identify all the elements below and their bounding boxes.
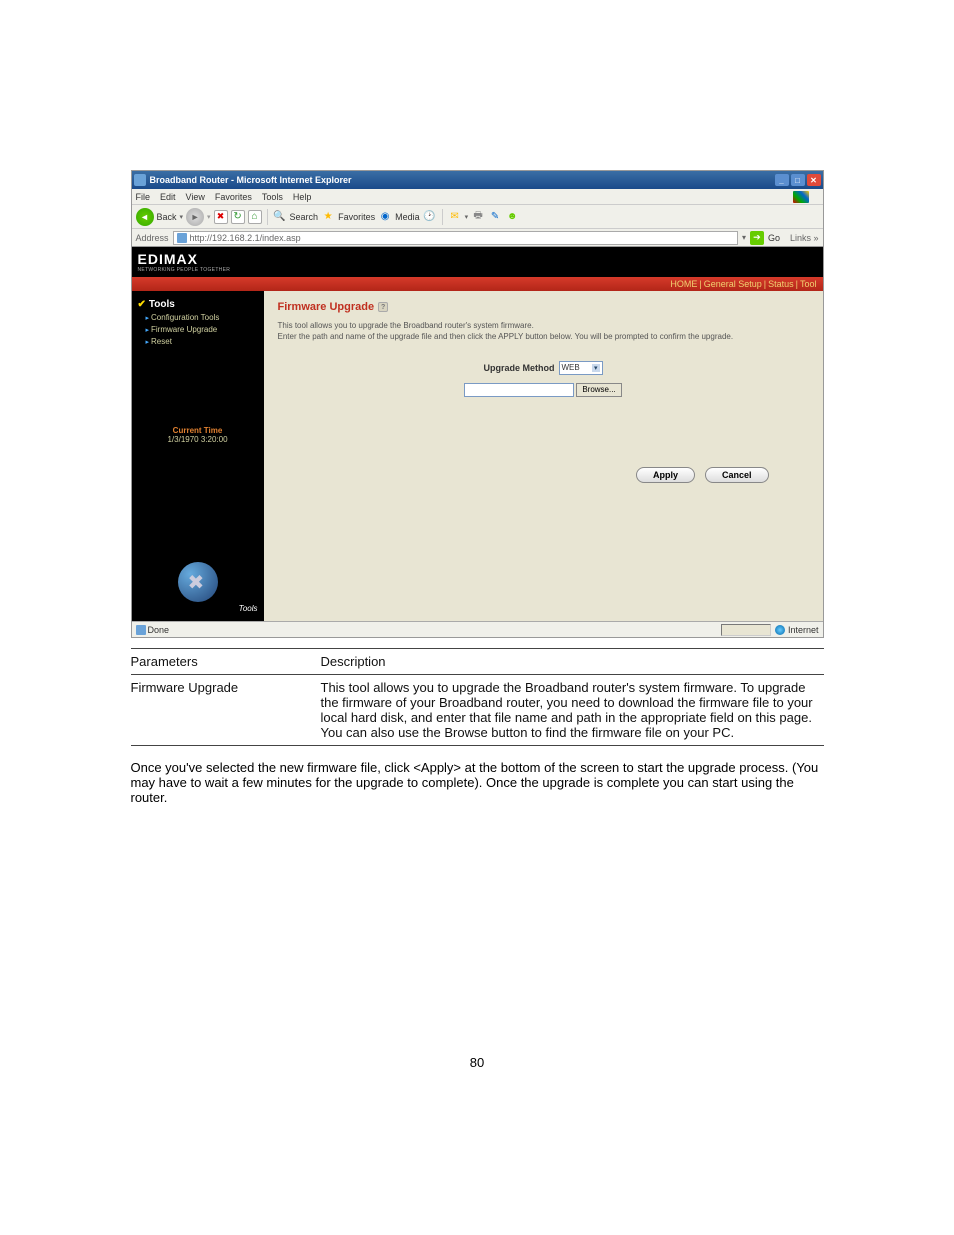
status-internet: Internet: [775, 625, 819, 635]
brand-header: EDIMAX NETWORKING PEOPLE TOGETHER: [132, 247, 823, 277]
current-time-label: Current Time: [138, 426, 258, 435]
favorites-icon[interactable]: ★: [321, 210, 335, 224]
page-number: 80: [131, 1055, 824, 1070]
button-row: Apply Cancel: [278, 467, 809, 483]
sidebar-item-firmware-upgrade[interactable]: ▸ Firmware Upgrade: [146, 325, 258, 334]
back-label: Back: [157, 212, 177, 222]
window-title: Broadband Router - Microsoft Internet Ex…: [150, 175, 773, 185]
search-icon[interactable]: 🔍: [273, 210, 287, 224]
favorites-label[interactable]: Favorites: [338, 212, 375, 222]
windows-flag-icon: [793, 191, 809, 203]
mail-icon[interactable]: ✉: [448, 210, 462, 224]
print-icon[interactable]: 🖶: [471, 210, 485, 224]
brand-logo: EDIMAX: [138, 251, 817, 267]
links-label[interactable]: Links »: [790, 233, 819, 243]
media-icon[interactable]: ◉: [378, 210, 392, 224]
back-button[interactable]: ◄: [136, 208, 154, 226]
browse-button[interactable]: Browse...: [576, 383, 621, 397]
address-bar: Address http://192.168.2.1/index.asp ▾ ➔…: [132, 229, 823, 247]
apply-button[interactable]: Apply: [636, 467, 695, 483]
sidebar-footer-label: Tools: [138, 604, 258, 613]
go-button[interactable]: ➔: [750, 231, 764, 245]
panel-description: This tool allows you to upgrade the Broa…: [278, 321, 809, 343]
file-path-input[interactable]: [464, 383, 574, 397]
browser-toolbar: ◄ Back ▾ ► ▾ ✖ ↻ ⌂ 🔍 Search ★ Favorites …: [132, 205, 823, 229]
search-label[interactable]: Search: [290, 212, 319, 222]
menu-file[interactable]: File: [136, 192, 151, 202]
help-icon[interactable]: ?: [378, 302, 388, 312]
arrow-icon: ▸: [146, 326, 150, 334]
back-dropdown-icon[interactable]: ▾: [180, 213, 184, 221]
nav-home[interactable]: HOME: [670, 279, 697, 289]
refresh-button[interactable]: ↻: [231, 210, 245, 224]
menu-view[interactable]: View: [186, 192, 205, 202]
param-cell: Firmware Upgrade: [131, 680, 321, 740]
sidebar: ✔ Tools ▸ Configuration Tools ▸ Firmware…: [132, 291, 264, 621]
sidebar-footer: Tools: [138, 562, 258, 613]
desc-cell: This tool allows you to upgrade the Broa…: [321, 680, 824, 740]
param-header: Parameters: [131, 654, 321, 669]
chevron-down-icon: ▾: [592, 364, 600, 372]
sidebar-title: ✔ Tools: [138, 299, 258, 310]
forward-dropdown-icon[interactable]: ▾: [207, 213, 211, 221]
address-label: Address: [136, 233, 169, 243]
brand-tagline: NETWORKING PEOPLE TOGETHER: [138, 267, 817, 273]
globe-icon: [775, 625, 785, 635]
status-bar: Done Internet: [132, 621, 823, 637]
nav-general-setup[interactable]: General Setup: [704, 279, 762, 289]
messenger-icon[interactable]: ☻: [505, 210, 519, 224]
cancel-button[interactable]: Cancel: [705, 467, 769, 483]
window-maximize-button[interactable]: □: [791, 174, 805, 186]
current-time-value: 1/3/1970 3:20:00: [138, 435, 258, 444]
upgrade-method-select[interactable]: WEB ▾: [559, 361, 603, 375]
page-content: EDIMAX NETWORKING PEOPLE TOGETHER HOME |…: [132, 247, 823, 621]
menu-edit[interactable]: Edit: [160, 192, 176, 202]
tools-icon: [178, 562, 218, 602]
ie-icon: [134, 174, 146, 186]
menu-tools[interactable]: Tools: [262, 192, 283, 202]
doc-table: Parameters Description Firmware Upgrade …: [131, 648, 824, 746]
window-minimize-button[interactable]: _: [775, 174, 789, 186]
window-titlebar: Broadband Router - Microsoft Internet Ex…: [132, 171, 823, 189]
page-icon: [177, 233, 187, 243]
status-done: Done: [136, 625, 170, 635]
upgrade-method-row: Upgrade Method WEB ▾: [278, 361, 809, 375]
arrow-icon: ▸: [146, 314, 150, 322]
edit-icon[interactable]: ✎: [488, 210, 502, 224]
browser-window: Broadband Router - Microsoft Internet Ex…: [131, 170, 824, 638]
table-row: Parameters Description: [131, 648, 824, 674]
address-field[interactable]: http://192.168.2.1/index.asp: [173, 231, 738, 245]
address-dropdown-icon[interactable]: ▾: [742, 233, 746, 242]
sidebar-item-config-tools[interactable]: ▸ Configuration Tools: [146, 313, 258, 322]
window-close-button[interactable]: ✕: [807, 174, 821, 186]
forward-button[interactable]: ►: [186, 208, 204, 226]
upgrade-method-label: Upgrade Method: [484, 363, 555, 373]
menu-bar: File Edit View Favorites Tools Help: [132, 189, 823, 205]
check-icon: ✔: [138, 299, 146, 310]
status-section: [721, 624, 771, 636]
address-value: http://192.168.2.1/index.asp: [190, 233, 301, 243]
file-row: Browse...: [278, 383, 809, 397]
menu-favorites[interactable]: Favorites: [215, 192, 252, 202]
page-icon: [136, 625, 146, 635]
menu-help[interactable]: Help: [293, 192, 312, 202]
history-icon[interactable]: 🕑: [423, 210, 437, 224]
go-label: Go: [768, 233, 780, 243]
media-label[interactable]: Media: [395, 212, 420, 222]
nav-status[interactable]: Status: [768, 279, 794, 289]
desc-header: Description: [321, 654, 824, 669]
panel-heading: Firmware Upgrade ?: [278, 301, 809, 313]
home-button[interactable]: ⌂: [248, 210, 262, 224]
arrow-icon: ▸: [146, 338, 150, 346]
main-panel: Firmware Upgrade ? This tool allows you …: [264, 291, 823, 621]
sidebar-item-reset[interactable]: ▸ Reset: [146, 337, 258, 346]
table-row: Firmware Upgrade This tool allows you to…: [131, 674, 824, 746]
top-nav: HOME | General Setup | Status | Tool: [132, 277, 823, 291]
nav-tool[interactable]: Tool: [800, 279, 817, 289]
apply-paragraph: Once you've selected the new firmware fi…: [131, 760, 824, 805]
stop-button[interactable]: ✖: [214, 210, 228, 224]
